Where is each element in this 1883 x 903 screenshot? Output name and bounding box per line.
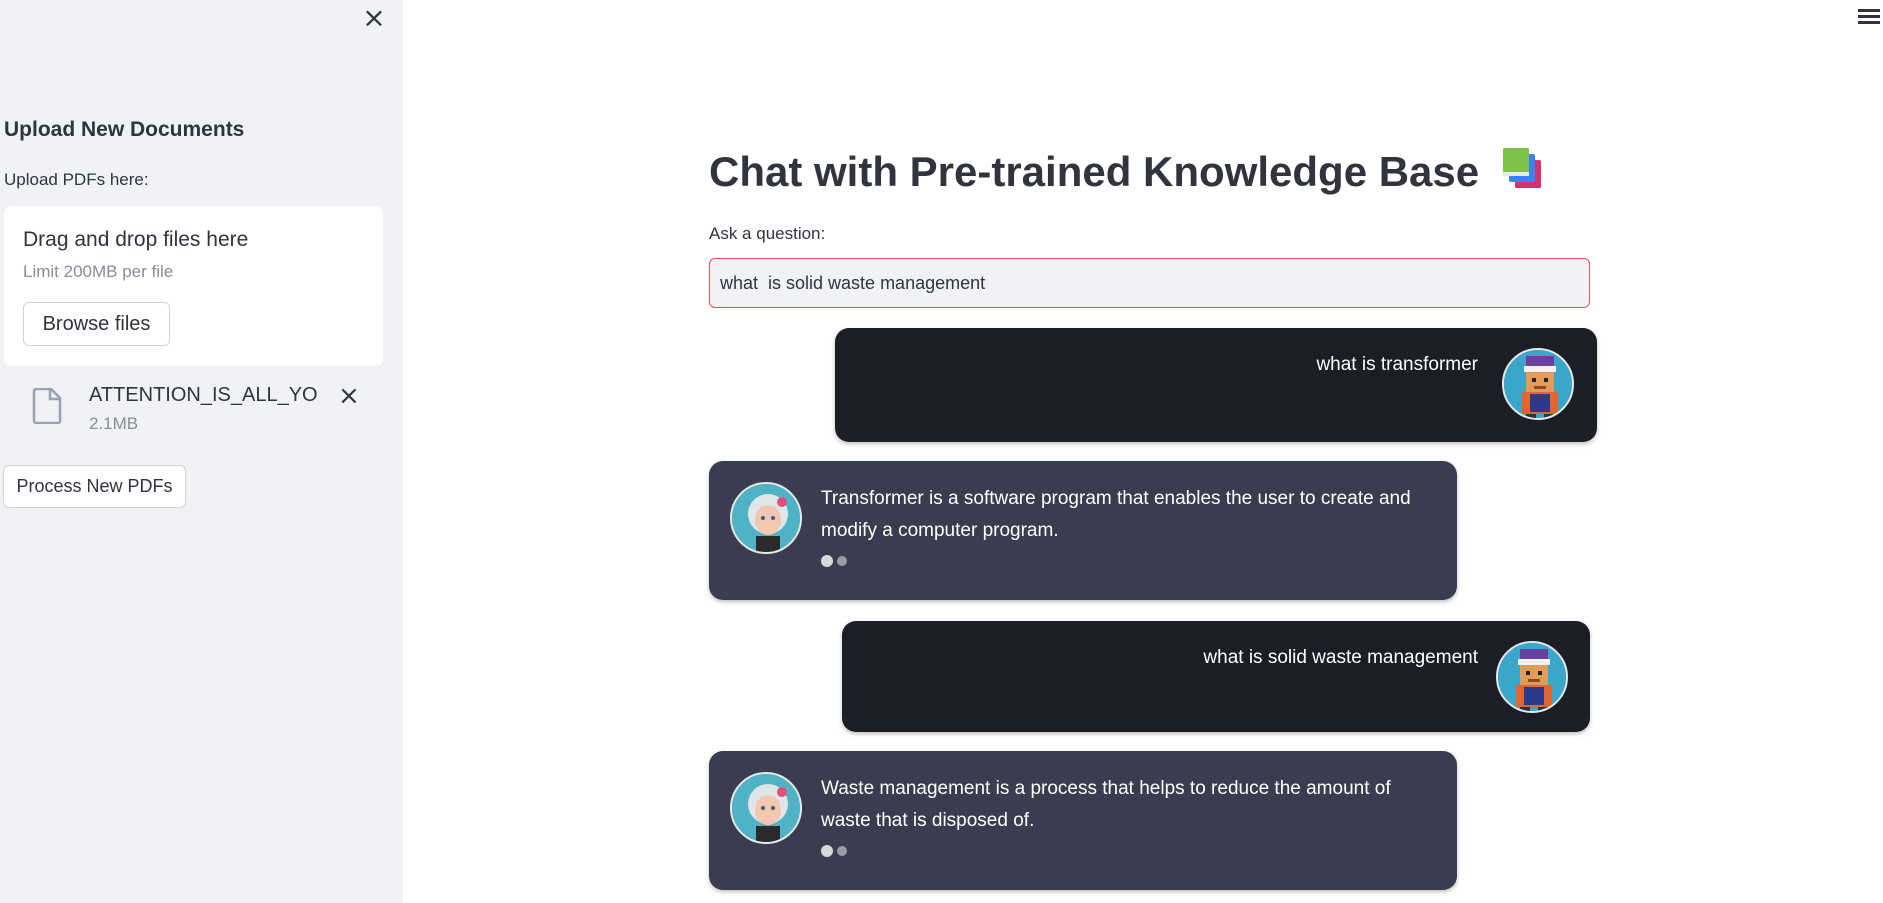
page-title-text: Chat with Pre-trained Knowledge Base	[709, 148, 1480, 195]
remove-file-icon[interactable]: ×	[338, 382, 360, 410]
sidebar-title: Upload New Documents	[4, 118, 245, 141]
file-icon	[32, 388, 62, 424]
bot-message: Waste management is a process that helps…	[709, 751, 1457, 890]
browse-files-button[interactable]: Browse files	[23, 302, 170, 346]
process-pdfs-button[interactable]: Process New PDFs	[3, 465, 186, 508]
file-name: ATTENTION_IS_ALL_YO...	[89, 384, 319, 406]
dropzone-limit: Limit 200MB per file	[23, 262, 174, 281]
user-message: what is transformer	[835, 328, 1597, 442]
user-avatar-icon	[1502, 348, 1574, 420]
user-message-text: what is solid waste management	[1203, 647, 1478, 668]
bot-message: Transformer is a software program that e…	[709, 461, 1457, 600]
message-indicator-dots	[821, 845, 851, 857]
upload-label: Upload PDFs here:	[4, 170, 149, 189]
dropzone-title: Drag and drop files here	[23, 228, 249, 251]
question-input[interactable]	[709, 258, 1590, 308]
bot-avatar-icon	[730, 772, 802, 844]
message-indicator-dots	[821, 555, 851, 567]
user-message-text: what is transformer	[1316, 354, 1478, 375]
file-dropzone[interactable]: Drag and drop files here Limit 200MB per…	[4, 206, 383, 366]
bot-message-text: Waste management is a process that helps…	[821, 778, 1391, 831]
close-sidebar-icon[interactable]: ×	[360, 4, 388, 32]
file-size: 2.1MB	[89, 414, 139, 433]
uploaded-file: ATTENTION_IS_ALL_YO... 2.1MB ×	[28, 382, 378, 438]
bot-avatar-icon	[730, 482, 802, 554]
page-title: Chat with Pre-trained Knowledge Base	[709, 146, 1547, 196]
user-avatar-icon	[1496, 641, 1568, 713]
books-icon	[1502, 148, 1541, 188]
hamburger-menu-icon[interactable]	[1858, 6, 1882, 28]
bot-message-text: Transformer is a software program that e…	[821, 488, 1411, 541]
user-message: what is solid waste management	[842, 621, 1590, 732]
sidebar: × Upload New Documents Upload PDFs here:…	[0, 0, 403, 903]
ask-question-label: Ask a question:	[709, 224, 826, 243]
